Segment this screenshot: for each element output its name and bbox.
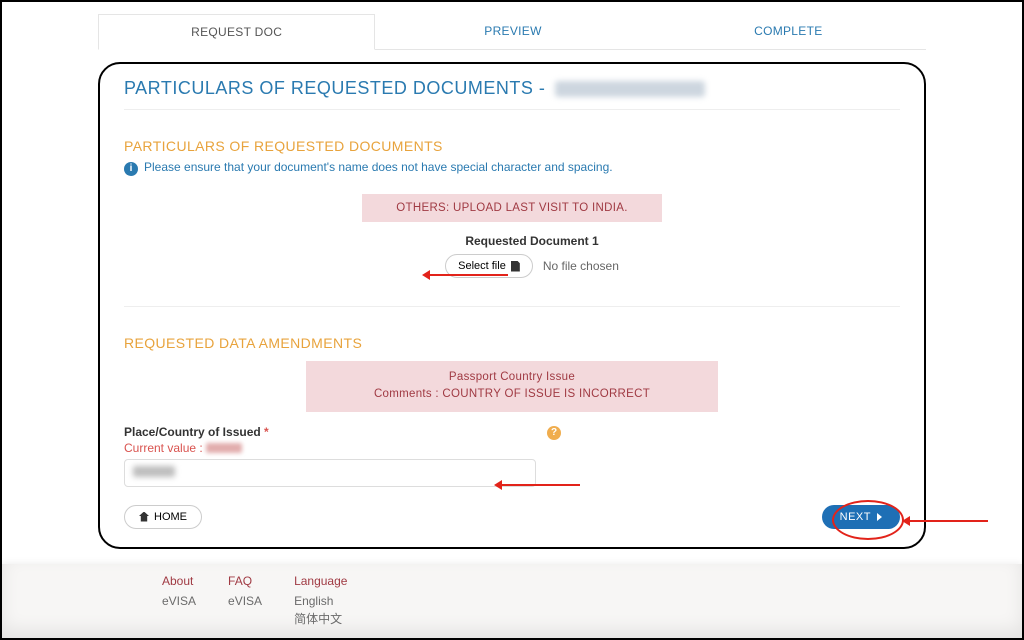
footer-faq-link[interactable]: eVISA bbox=[228, 592, 262, 610]
input-value-redacted bbox=[133, 466, 175, 477]
amendment-comment: Comments : COUNTRY OF ISSUE IS INCORRECT bbox=[316, 386, 708, 403]
requested-document-label: Requested Document 1 bbox=[306, 234, 718, 248]
footer-lang-chinese[interactable]: 简体中文 bbox=[294, 610, 347, 628]
no-file-chosen-text: No file chosen bbox=[543, 259, 619, 273]
info-message: i Please ensure that your document's name… bbox=[124, 160, 900, 184]
current-value-redacted bbox=[206, 443, 242, 453]
tab-complete[interactable]: COMPLETE bbox=[651, 14, 926, 49]
tabs-bar: REQUEST DOC PREVIEW COMPLETE bbox=[98, 14, 926, 50]
footer-col-about: About eVISA bbox=[162, 574, 196, 638]
place-country-input[interactable] bbox=[124, 459, 536, 487]
home-icon bbox=[139, 512, 149, 522]
tab-preview[interactable]: PREVIEW bbox=[375, 14, 650, 49]
page-title-text: PARTICULARS OF REQUESTED DOCUMENTS - bbox=[124, 78, 551, 98]
select-file-label: Select file bbox=[458, 260, 506, 272]
page-footer: About eVISA FAQ eVISA Language English 简… bbox=[2, 564, 1022, 638]
home-button[interactable]: HOME bbox=[124, 505, 202, 529]
amendment-info-bar: Passport Country Issue Comments : COUNTR… bbox=[306, 361, 718, 412]
footer-col-language: Language English 简体中文 bbox=[294, 574, 347, 638]
page-title: PARTICULARS OF REQUESTED DOCUMENTS - bbox=[124, 78, 900, 110]
tab-request-doc[interactable]: REQUEST DOC bbox=[98, 14, 375, 50]
section-particulars-heading: PARTICULARS OF REQUESTED DOCUMENTS bbox=[124, 138, 900, 154]
upload-category-bar: OTHERS: UPLOAD LAST VISIT TO INDIA. bbox=[362, 194, 662, 222]
main-panel: PARTICULARS OF REQUESTED DOCUMENTS - PAR… bbox=[98, 62, 926, 549]
field-label: Place/Country of Issued * bbox=[124, 425, 269, 439]
file-icon bbox=[511, 261, 520, 272]
info-text: Please ensure that your document's name … bbox=[144, 160, 613, 174]
footer-faq-header: FAQ bbox=[228, 574, 262, 588]
footer-about-header: About bbox=[162, 574, 196, 588]
panel-footer-row: HOME NEXT bbox=[124, 505, 900, 529]
current-value-label: Current value : bbox=[124, 441, 206, 455]
footer-lang-english[interactable]: English bbox=[294, 592, 347, 610]
annotation-arrow-next bbox=[910, 520, 988, 522]
annotation-arrow-file bbox=[430, 274, 508, 276]
footer-about-link[interactable]: eVISA bbox=[162, 592, 196, 610]
page-title-redacted bbox=[555, 81, 705, 97]
info-icon: i bbox=[124, 162, 138, 176]
annotation-ellipse-next bbox=[832, 500, 904, 540]
required-star: * bbox=[264, 425, 269, 439]
file-upload-row: Select file No file chosen bbox=[306, 254, 718, 278]
home-label: HOME bbox=[154, 511, 187, 523]
footer-language-header: Language bbox=[294, 574, 347, 588]
annotation-arrow-input bbox=[502, 484, 580, 486]
current-value-row: Current value : bbox=[124, 441, 536, 455]
amendment-field-name: Passport Country Issue bbox=[316, 369, 708, 386]
footer-col-faq: FAQ eVISA bbox=[228, 574, 262, 638]
field-place-country: ? Place/Country of Issued * Current valu… bbox=[124, 424, 536, 487]
help-icon[interactable]: ? bbox=[547, 426, 561, 440]
section-amendments-heading: REQUESTED DATA AMENDMENTS bbox=[124, 335, 900, 351]
section-divider bbox=[124, 306, 900, 307]
